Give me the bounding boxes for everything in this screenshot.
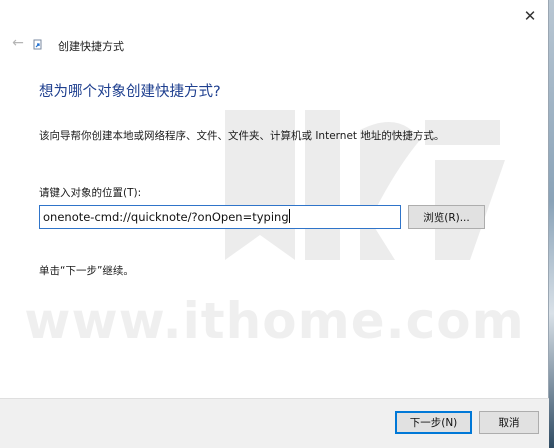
close-icon: ✕: [523, 7, 537, 25]
location-label: 请键入对象的位置(T):: [39, 187, 142, 199]
ithome-watermark-logo: [225, 110, 505, 260]
location-input[interactable]: onenote-cmd://quicknote/?onOpen=typing: [39, 205, 401, 229]
page-heading: 想为哪个对象创建快捷方式?: [39, 84, 221, 100]
continue-hint: 单击“下一步”继续。: [39, 265, 134, 277]
close-button[interactable]: ✕: [514, 2, 546, 30]
create-shortcut-window: ✕ ← 创建快捷方式 www.ithome.com 想为哪个对象创建快捷方式? …: [0, 0, 549, 448]
cancel-button[interactable]: 取消: [479, 411, 539, 434]
back-button[interactable]: ←: [9, 34, 27, 52]
shortcut-wizard-icon: [33, 39, 42, 50]
wizard-title: 创建快捷方式: [58, 40, 124, 53]
browse-button[interactable]: 浏览(R)...: [408, 205, 485, 229]
next-button[interactable]: 下一步(N): [395, 411, 472, 434]
location-input-value: onenote-cmd://quicknote/?onOpen=typing: [43, 210, 289, 224]
wizard-description: 该向导帮你创建本地或网络程序、文件、文件夹、计算机或 Internet 地址的快…: [39, 130, 445, 142]
watermark-text: www.ithome.com: [24, 292, 525, 350]
text-caret: [288, 209, 290, 223]
back-arrow-icon: ←: [12, 35, 24, 51]
